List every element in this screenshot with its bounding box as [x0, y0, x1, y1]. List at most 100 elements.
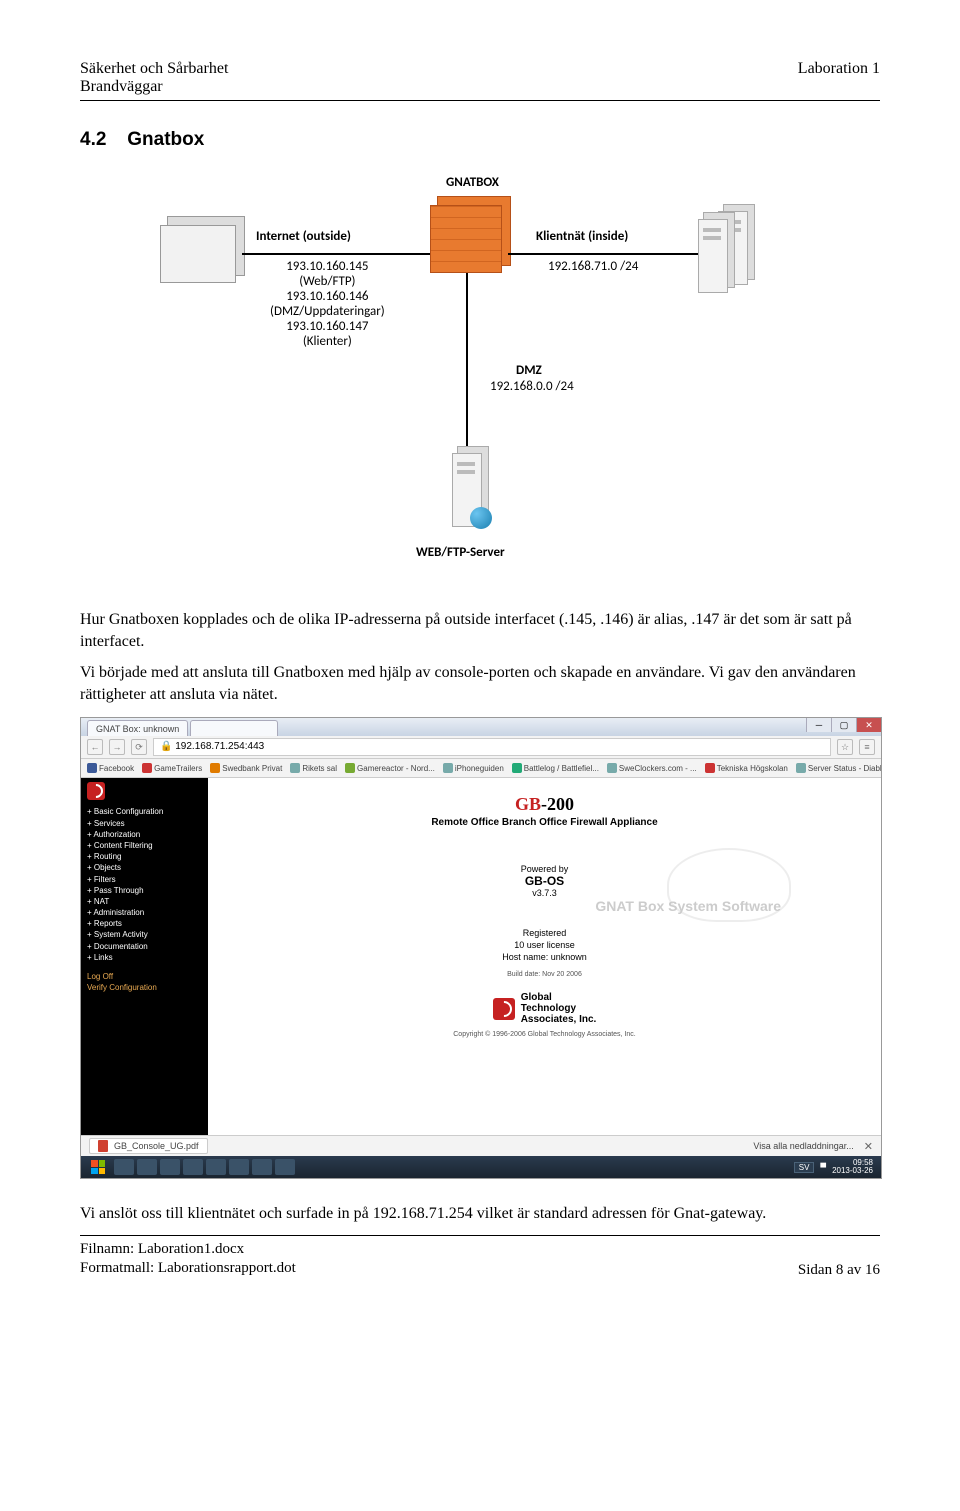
- url-text: 192.168.71.254:443: [175, 741, 264, 752]
- browser-screenshot: GNAT Box: unknown ─ ▢ ✕ ← → ⟳ 🔒 192.168.…: [80, 717, 882, 1179]
- close-button[interactable]: ✕: [856, 718, 881, 732]
- close-download-bar[interactable]: ✕: [864, 1140, 873, 1153]
- back-button[interactable]: ←: [87, 739, 103, 755]
- page-footer: Filnamn: Laboration1.docx Formatmall: La…: [80, 1235, 880, 1279]
- product-subtitle: Remote Office Branch Office Firewall App…: [431, 817, 657, 828]
- sidebar-item[interactable]: Links: [87, 952, 202, 963]
- taskbar-app-icon[interactable]: [137, 1159, 157, 1175]
- sidebar-item[interactable]: Filters: [87, 874, 202, 885]
- header-left-line2: Brandväggar: [80, 78, 228, 96]
- bookmark-item[interactable]: Battlelog / Battlefiel...: [512, 763, 599, 773]
- sidebar-item[interactable]: Routing: [87, 851, 202, 862]
- address-bar: ← → ⟳ 🔒 192.168.71.254:443 ☆ ≡: [81, 736, 881, 759]
- lock-icon: 🔒: [160, 741, 172, 752]
- page-header: Säkerhet och Sårbarhet Brandväggar Labor…: [80, 60, 880, 96]
- show-all-downloads[interactable]: Visa alla nedladdningar...: [753, 1141, 853, 1151]
- dmz-label: DMZ: [516, 363, 542, 378]
- taskbar-app-icon[interactable]: [183, 1159, 203, 1175]
- sidebar-item[interactable]: Objects: [87, 862, 202, 873]
- network-diagram: GNATBOX Internet (outside) 193.10.160.14…: [160, 175, 800, 585]
- internet-label: Internet (outside): [256, 229, 351, 244]
- client-cidr: 192.168.71.0 /24: [548, 259, 638, 274]
- windows-taskbar: SV ▀ 09:58 2013-03-26: [81, 1156, 881, 1178]
- bookmark-item[interactable]: Rikets sal: [290, 763, 337, 773]
- sidebar-item[interactable]: Administration: [87, 907, 202, 918]
- pdf-icon: [98, 1140, 108, 1152]
- section-heading: 4.2 Gnatbox: [80, 129, 880, 151]
- gnatbox-sidebar: Basic Configuration Services Authorizati…: [81, 778, 208, 1158]
- internet-ips: 193.10.160.145 (Web/FTP) 193.10.160.146 …: [270, 259, 385, 349]
- globe-icon: [470, 507, 492, 529]
- windows-logo-icon: [91, 1160, 105, 1174]
- section-title: Gnatbox: [127, 129, 204, 150]
- link-firewall-client: [508, 253, 698, 255]
- internet-node-icon: [160, 225, 236, 283]
- taskbar-app-icon[interactable]: [206, 1159, 226, 1175]
- taskbar-app-icon[interactable]: [160, 1159, 180, 1175]
- server-label: WEB/FTP-Server: [416, 545, 505, 560]
- client-server-icon-2: [698, 219, 728, 293]
- bookmark-item[interactable]: Facebook: [87, 763, 134, 773]
- firewall-icon: [430, 205, 502, 273]
- sidebar-item[interactable]: Reports: [87, 918, 202, 929]
- browser-tab-1[interactable]: GNAT Box: unknown: [87, 720, 188, 736]
- sidebar-item[interactable]: Documentation: [87, 941, 202, 952]
- sidebar-item[interactable]: System Activity: [87, 929, 202, 940]
- taskbar-app-icon[interactable]: [114, 1159, 134, 1175]
- document-page: Säkerhet och Sårbarhet Brandväggar Labor…: [0, 0, 960, 1319]
- gta-logo-icon: [493, 998, 515, 1020]
- tab-strip: GNAT Box: unknown ─ ▢ ✕: [81, 718, 881, 736]
- bookmark-item[interactable]: Tekniska Högskolan: [705, 763, 788, 773]
- sidebar-verify[interactable]: Verify Configuration: [87, 982, 202, 993]
- bookmark-item[interactable]: iPhoneguiden: [443, 763, 504, 773]
- language-indicator[interactable]: SV: [794, 1162, 815, 1173]
- sidebar-item[interactable]: Content Filtering: [87, 840, 202, 851]
- header-left: Säkerhet och Sårbarhet Brandväggar: [80, 60, 228, 96]
- menu-icon[interactable]: ≡: [859, 739, 875, 755]
- footer-left: Filnamn: Laboration1.docx Formatmall: La…: [80, 1240, 296, 1279]
- browser-tab-2[interactable]: [190, 720, 278, 736]
- dmz-cidr: 192.168.0.0 /24: [490, 379, 574, 394]
- bookmark-item[interactable]: Swedbank Privat: [210, 763, 282, 773]
- client-label: Klientnät (inside): [536, 229, 628, 244]
- gnatbox-app: Basic Configuration Services Authorizati…: [81, 778, 881, 1158]
- gnatbox-main: GB-200 Remote Office Branch Office Firew…: [208, 778, 881, 1158]
- diagram-title: GNATBOX: [446, 175, 499, 190]
- sidebar-item[interactable]: Services: [87, 818, 202, 829]
- link-internet-firewall: [242, 253, 430, 255]
- sidebar-item[interactable]: Authorization: [87, 829, 202, 840]
- reload-button[interactable]: ⟳: [131, 739, 147, 755]
- header-left-line1: Säkerhet och Sårbarhet: [80, 60, 228, 78]
- paragraph-3: Vi anslöt oss till klientnätet och surfa…: [80, 1203, 880, 1225]
- bookmark-item[interactable]: Server Status - Diabl...: [796, 763, 881, 773]
- sidebar-item[interactable]: Pass Through: [87, 885, 202, 896]
- bookmark-star-icon[interactable]: ☆: [837, 739, 853, 755]
- download-item[interactable]: GB_Console_UG.pdf: [89, 1138, 208, 1154]
- download-bar: GB_Console_UG.pdf Visa alla nedladdninga…: [81, 1135, 881, 1156]
- footer-page: Sidan 8 av 16: [798, 1262, 880, 1279]
- powered-by: Powered by GB-OS v3.7.3: [521, 864, 569, 898]
- bookmark-item[interactable]: GameTrailers: [142, 763, 202, 773]
- link-firewall-dmz: [466, 273, 468, 453]
- bookmark-item[interactable]: Gamereactor - Nord...: [345, 763, 435, 773]
- header-rule: [80, 100, 880, 101]
- sidebar-logoff[interactable]: Log Off: [87, 971, 202, 982]
- gta-logo-icon: [87, 782, 105, 800]
- watermark-text: GNAT Box System Software: [595, 898, 781, 914]
- paragraph-2: Vi började med att ansluta till Gnatboxe…: [80, 662, 880, 705]
- forward-button[interactable]: →: [109, 739, 125, 755]
- taskbar-app-icon[interactable]: [275, 1159, 295, 1175]
- sidebar-item[interactable]: Basic Configuration: [87, 806, 202, 817]
- company-logo-block: Global Technology Associates, Inc.: [493, 992, 597, 1025]
- url-input[interactable]: 🔒 192.168.71.254:443: [153, 738, 831, 756]
- header-right: Laboration 1: [798, 60, 880, 96]
- sidebar-item[interactable]: NAT: [87, 896, 202, 907]
- paragraph-1: Hur Gnatboxen kopplades och de olika IP-…: [80, 609, 880, 652]
- start-button[interactable]: [85, 1158, 111, 1176]
- registration-info: Registered 10 user license Host name: un…: [502, 928, 587, 963]
- taskbar-app-icon[interactable]: [229, 1159, 249, 1175]
- minimize-button[interactable]: ─: [806, 718, 831, 732]
- taskbar-app-icon[interactable]: [252, 1159, 272, 1175]
- bookmark-item[interactable]: SweClockers.com - ...: [607, 763, 697, 773]
- maximize-button[interactable]: ▢: [831, 718, 856, 732]
